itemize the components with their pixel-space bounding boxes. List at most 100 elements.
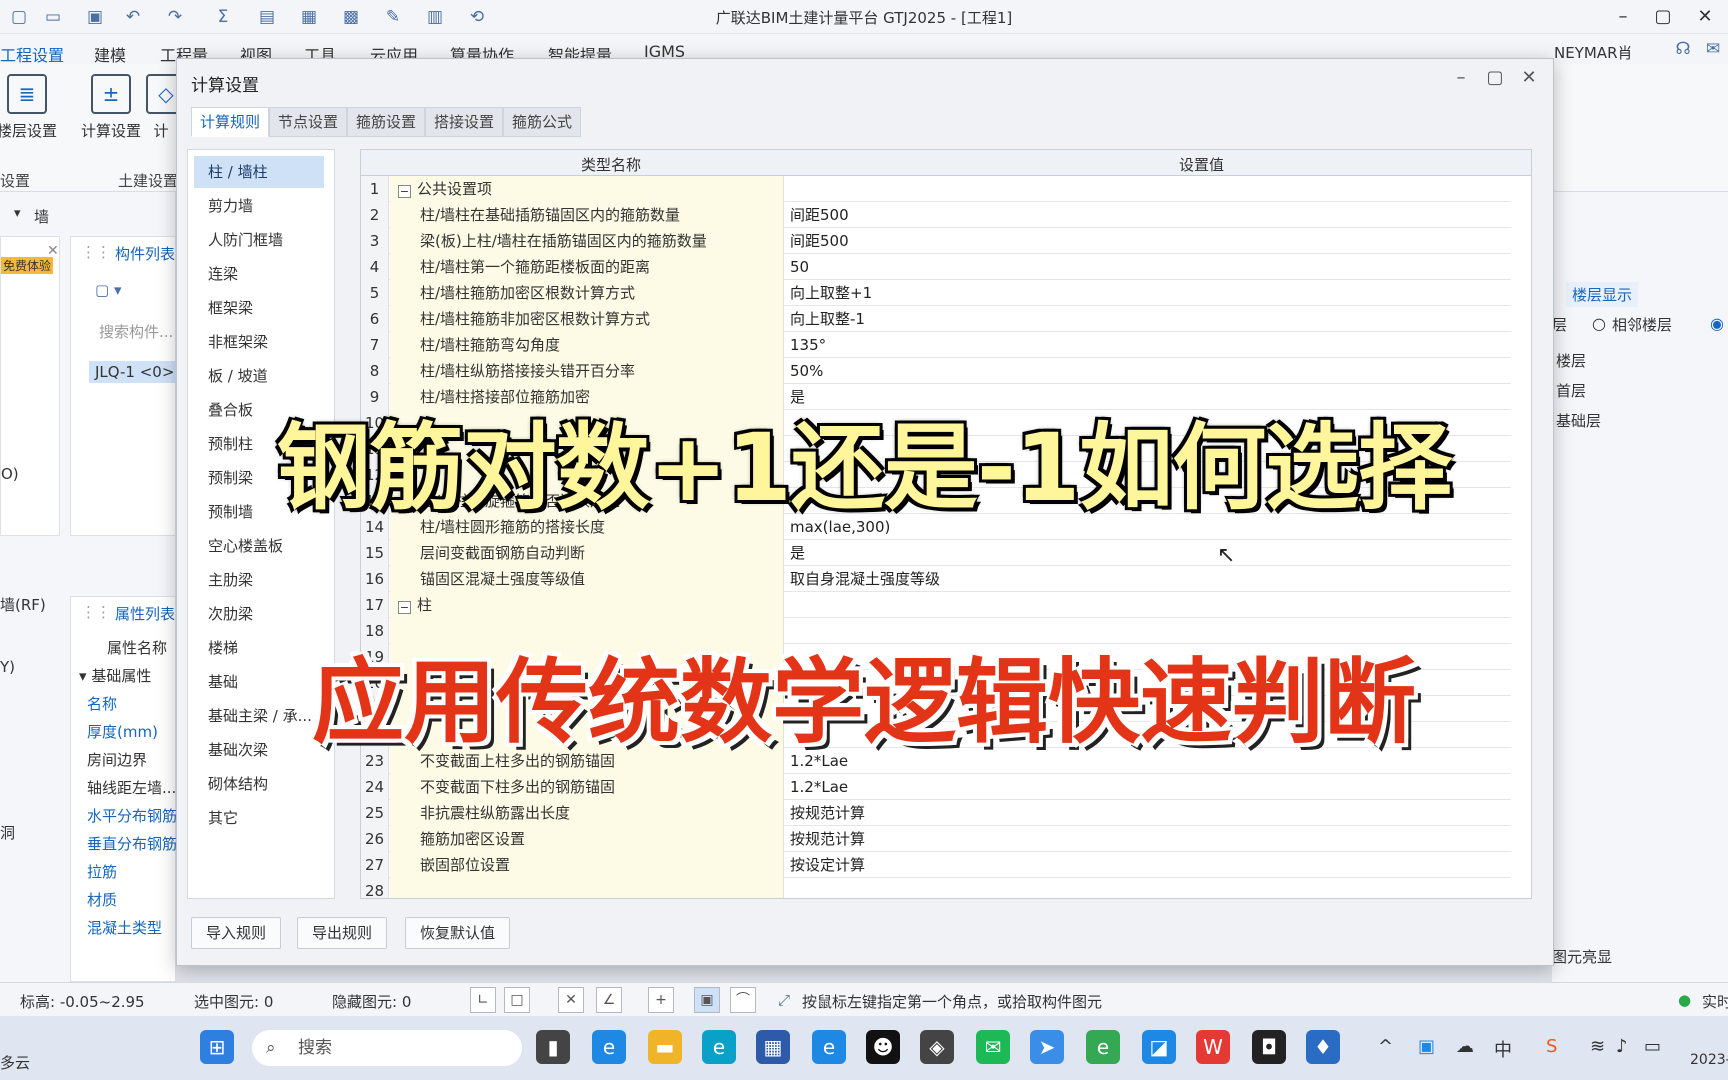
tray-app-icon[interactable]: ▣ [1418, 1036, 1435, 1057]
category-item[interactable]: 次肋梁 [194, 598, 324, 630]
setting-value-cell[interactable]: 50% [785, 358, 1405, 384]
task-view-icon[interactable]: ▮ [536, 1030, 570, 1064]
realtime-label[interactable]: 实时 [1702, 991, 1728, 1012]
floor-radio-current[interactable]: 层 [1552, 314, 1567, 335]
floor-settings-button[interactable]: ≣ 楼层设置 [0, 74, 62, 141]
category-item[interactable]: 柱 / 墙柱 [194, 156, 324, 188]
table-row[interactable]: 7 柱/墙柱箍筋弯勾角度 135° [361, 332, 1511, 358]
table-row[interactable]: 5 柱/墙柱箍筋加密区根数计算方式 向上取整+1 [361, 280, 1511, 306]
ie-icon[interactable]: e [592, 1030, 626, 1064]
column-header-value[interactable]: 设置值 [1179, 154, 1224, 175]
close-icon[interactable]: ✕ [47, 243, 59, 259]
cross-icon[interactable]: ✕ [558, 987, 584, 1013]
dropdown-arrow-icon[interactable]: ▾ [14, 206, 21, 221]
mail-icon[interactable]: ✉ [976, 1030, 1010, 1064]
store-icon[interactable]: ▦ [756, 1030, 790, 1064]
table-row[interactable]: 1− 公共设置项 [361, 176, 1511, 202]
floor-display-tab[interactable]: 楼层显示 [1566, 282, 1639, 307]
category-item[interactable]: 其它 [194, 802, 324, 834]
drag-handle-icon[interactable]: ⋮⋮ [81, 243, 111, 261]
trial-badge[interactable]: 免费体验 [1, 257, 54, 274]
component-list-title[interactable]: 构件列表 [115, 243, 175, 264]
component-search-input[interactable]: 搜索构件... [99, 321, 173, 342]
category-item[interactable]: 主肋梁 [194, 564, 324, 596]
setting-value-cell[interactable]: 1.2*Lae [785, 774, 1405, 800]
close-icon[interactable]: ✕ [1692, 4, 1718, 30]
table-row[interactable]: 3 梁(板)上柱/墙柱在插筋锚固区内的箍筋数量 间距500 [361, 228, 1511, 254]
collapse-icon[interactable]: − [398, 185, 411, 198]
prop-axis-offset[interactable]: 轴线距左墙... [87, 777, 176, 798]
feishu-icon[interactable]: ➤ [1030, 1030, 1064, 1064]
table-row[interactable]: 25 非抗震柱纵筋露出长度 按规范计算 [361, 800, 1511, 826]
drag-handle-icon[interactable]: ⋮⋮ [81, 603, 111, 621]
new-component-icon[interactable]: ▢ ▾ [95, 281, 121, 299]
taskbar-search[interactable]: ⌕ 搜索 [252, 1030, 522, 1066]
tab-node-settings[interactable]: 节点设置 [269, 107, 348, 137]
folder-icon[interactable]: ▬ [648, 1030, 682, 1064]
category-item[interactable]: 框架梁 [194, 292, 324, 324]
category-item[interactable]: 砌体结构 [194, 768, 324, 800]
table-row[interactable]: 15 层间变截面钢筋自动判断 是 [361, 540, 1511, 566]
component-item[interactable]: JLQ-1 <0> [89, 361, 181, 383]
angle-icon[interactable]: ∠ [596, 987, 622, 1013]
menu-modeling[interactable]: 建模 [94, 42, 126, 66]
setting-value-cell[interactable]: 间距500 [785, 202, 1405, 228]
browser2-icon[interactable]: e [1086, 1030, 1120, 1064]
category-item[interactable]: 板 / 坡道 [194, 360, 324, 392]
cloud-icon[interactable]: ☁ [1456, 1036, 1474, 1057]
setting-value-cell[interactable]: 取自身混凝土强度等级 [785, 566, 1405, 592]
volume-icon[interactable]: ♪ [1616, 1036, 1628, 1057]
calc-settings-button[interactable]: ± 计算设置 [76, 74, 146, 141]
s-icon[interactable]: S [1546, 1036, 1557, 1057]
weather-label[interactable]: 多云 [0, 1052, 30, 1073]
setting-value-cell[interactable]: 按规范计算 [785, 800, 1405, 826]
prop-horizontal-rebar[interactable]: 水平分布钢筋 [87, 805, 177, 826]
glodon-icon[interactable]: ◪ [1142, 1030, 1176, 1064]
headset-icon[interactable]: ☊ [1672, 38, 1694, 60]
radio-circle-icon[interactable]: ○ [1592, 314, 1606, 333]
category-item[interactable]: 非框架梁 [194, 326, 324, 358]
prop-vertical-rebar[interactable]: 垂直分布钢筋 [87, 833, 177, 854]
curve-icon[interactable]: ⌒ [730, 987, 756, 1013]
camera-icon[interactable]: ◘ [1252, 1030, 1286, 1064]
table-row[interactable]: 24 不变截面下柱多出的钢筋锚固 1.2*Lae [361, 774, 1511, 800]
table-row[interactable]: 17− 柱 [361, 592, 1511, 618]
box-select-icon[interactable]: □ [504, 987, 530, 1013]
close-icon[interactable]: ✕ [1517, 67, 1541, 88]
prop-material[interactable]: 材质 [87, 889, 117, 910]
clock[interactable]: 2023- [1690, 1052, 1728, 1068]
property-list-title[interactable]: 属性列表 [115, 603, 175, 624]
tab-lap-settings[interactable]: 搭接设置 [425, 107, 504, 137]
restore-defaults-button[interactable]: 恢复默认值 [405, 917, 511, 949]
import-rules-button[interactable]: 导入规则 [191, 917, 282, 949]
table-row[interactable]: 8 柱/墙柱纵筋搭接接头错开百分率 50% [361, 358, 1511, 384]
setting-value-cell[interactable] [785, 176, 1405, 202]
wifi-icon[interactable]: ≋ [1590, 1036, 1605, 1057]
table-row[interactable]: 27 嵌固部位设置 按设定计算 [361, 852, 1511, 878]
grid-snap-icon[interactable]: ▣ [694, 987, 720, 1013]
table-row[interactable]: 26 箍筋加密区设置 按规范计算 [361, 826, 1511, 852]
table-row[interactable]: 16 锚固区混凝土强度等级值 取自身混凝土强度等级 [361, 566, 1511, 592]
category-item[interactable]: 人防门框墙 [194, 224, 324, 256]
setting-value-cell[interactable] [785, 878, 1405, 898]
radio-selected-icon[interactable]: ◉ [1710, 314, 1724, 333]
minimize-icon[interactable]: – [1449, 67, 1473, 88]
element-highlight-label[interactable]: 图元亮显 [1552, 946, 1612, 967]
category-item[interactable]: 剪力墙 [194, 190, 324, 222]
setting-value-cell[interactable]: 是 [785, 540, 1405, 566]
start-icon[interactable]: ⊞ [200, 1030, 234, 1064]
setting-value-cell[interactable]: 135° [785, 332, 1405, 358]
component-type-selector[interactable]: 墙 [34, 206, 49, 227]
wps-icon[interactable]: W [1196, 1030, 1230, 1064]
category-item[interactable]: 连梁 [194, 258, 324, 290]
ime-icon[interactable]: 中 [1494, 1036, 1512, 1062]
setting-value-cell[interactable]: 向上取整+1 [785, 280, 1405, 306]
snap-icon[interactable]: + [648, 987, 674, 1013]
table-row[interactable]: 4 柱/墙柱第一个箍筋距楼板面的距离 50 [361, 254, 1511, 280]
cube-icon[interactable]: ◈ [920, 1030, 954, 1064]
tab-calc-rules[interactable]: 计算规则 [191, 107, 270, 137]
qq-icon[interactable]: ☻ [866, 1030, 900, 1064]
setting-value-cell[interactable]: 按设定计算 [785, 852, 1405, 878]
maximize-icon[interactable]: ▢ [1483, 67, 1507, 88]
setting-value-cell[interactable]: 向上取整-1 [785, 306, 1405, 332]
